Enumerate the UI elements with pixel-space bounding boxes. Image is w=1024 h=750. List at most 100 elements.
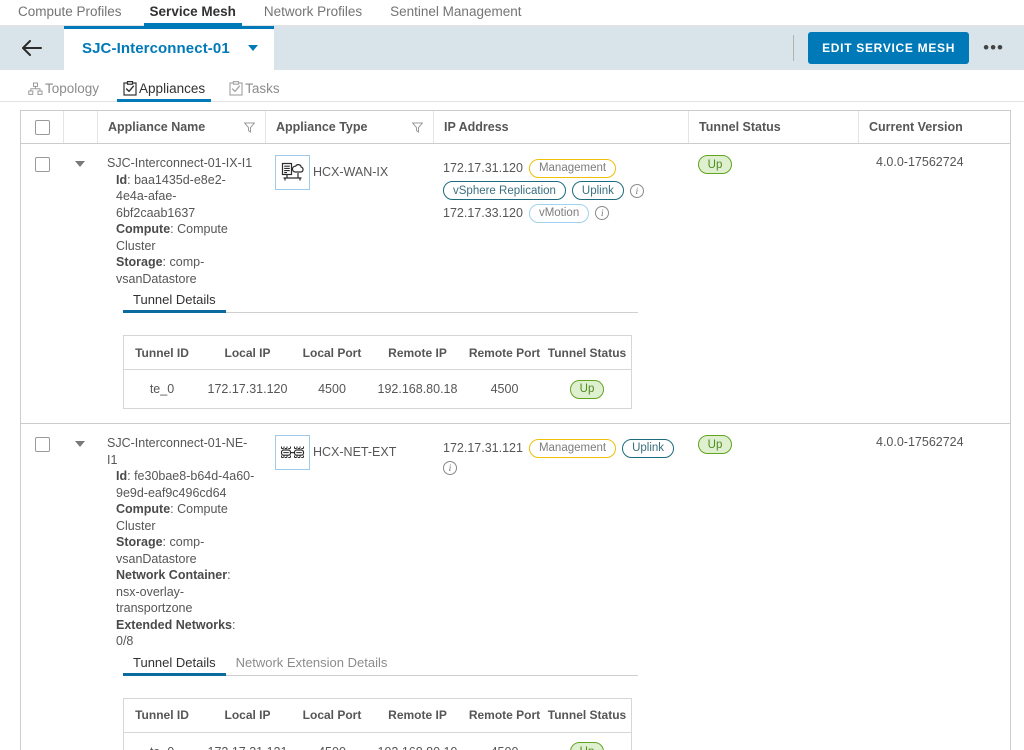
column-ip-address: IP Address <box>433 111 688 143</box>
meta-key: Extended Networks <box>116 617 233 632</box>
tunnel-status-badge-cell: Up <box>543 370 631 408</box>
filter-icon[interactable] <box>244 122 255 133</box>
network-tag-management: Management <box>528 158 617 178</box>
subtab-appliances[interactable]: Appliances <box>111 81 217 102</box>
overflow-menu-icon[interactable]: ••• <box>975 39 1012 56</box>
row-select-cell <box>21 155 63 287</box>
tunnel-remote-ip: 192.168.80.19 <box>369 733 466 750</box>
appliance-type-cell: HCX-WAN-IX <box>265 155 433 287</box>
subtab-tasks[interactable]: Tasks <box>217 81 292 101</box>
topology-icon <box>28 82 43 95</box>
action-divider <box>793 35 795 61</box>
ip-address: 172.17.31.121 <box>443 441 523 455</box>
tunnel-remote-port: 4500 <box>466 733 543 750</box>
network-tag-uplink: Uplink <box>622 438 675 458</box>
appliances-table: Appliance Name Appliance Type IP Address… <box>20 110 1011 750</box>
chevron-down-icon[interactable] <box>75 441 85 447</box>
appliance-type-label: HCX-NET-EXT <box>313 445 397 459</box>
tunnel-remote-port: 4500 <box>490 382 519 396</box>
expand-header <box>63 111 97 143</box>
appliance-detail-panel: Tunnel Details Tunnel ID Local IP Local … <box>21 287 1010 423</box>
tunnel-col-status: Tunnel Status <box>547 345 627 360</box>
tunnel-col-remote-ip: Remote IP <box>388 708 447 722</box>
tunnel-col-remote-ip: Remote IP <box>388 345 447 360</box>
meta-key: Compute <box>116 222 171 236</box>
service-mesh-selector[interactable]: SJC-Interconnect-01 <box>64 26 274 70</box>
meta-key: Id <box>116 172 128 187</box>
status-badge: Up <box>698 435 732 454</box>
tunnel-col-id: Tunnel ID <box>135 345 189 360</box>
appliance-meta-compute: Compute: Compute Cluster <box>116 502 228 533</box>
select-all-header <box>21 111 63 143</box>
table-header-row: Appliance Name Appliance Type IP Address… <box>21 111 1010 144</box>
current-version-cell: 4.0.0-17562724 <box>876 435 964 449</box>
tunnel-col-local-port: Local Port <box>302 345 362 360</box>
appliance-meta-id: Id: baa1435d-e8e2-4e4a-afae-6bf2caab1637 <box>116 172 226 220</box>
tunnel-col-local-port: Local Port <box>302 708 362 722</box>
titlebar-actions: EDIT SERVICE MESH ••• <box>793 26 1024 70</box>
tunnel-table-row: te_0 172.17.31.120 4500 192.168.80.18 45… <box>124 370 631 408</box>
clipboard-check-icon <box>123 81 137 96</box>
ip-line: 172.17.33.120 vMotion i <box>443 200 678 226</box>
column-appliance-type: Appliance Type <box>265 111 433 143</box>
tunnel-details-table: Tunnel ID Local IP Local Port Remote IP … <box>123 335 632 409</box>
chevron-down-icon[interactable] <box>75 161 85 167</box>
subtab-topology[interactable]: Topology <box>16 81 111 101</box>
back-button[interactable] <box>0 26 64 70</box>
subtab-topology-label: Topology <box>45 81 100 96</box>
tunnel-table-row: te_0 172.17.31.121 4500 192.168.80.19 45… <box>124 733 631 750</box>
appliance-meta-storage: Storage: comp-vsanDatastore <box>116 255 205 286</box>
tab-sentinel-management[interactable]: Sentinel Management <box>376 4 535 25</box>
tab-service-mesh[interactable]: Service Mesh <box>136 4 250 26</box>
tunnel-col-local-ip: Local IP <box>224 708 271 722</box>
tunnel-table-header: Tunnel ID Local IP Local Port Remote IP … <box>124 336 631 370</box>
tunnel-id: te_0 <box>149 382 175 396</box>
row-select-cell <box>21 435 63 650</box>
ip-line: 172.17.31.121 Management Uplink <box>443 435 678 461</box>
hcx-net-ext-icon <box>275 435 310 470</box>
arrow-left-icon <box>22 40 42 56</box>
appliance-name-cell: SJC-Interconnect-01-IX-I1 Id: baa1435d-e… <box>97 155 265 287</box>
info-icon[interactable]: i <box>629 183 644 198</box>
detail-tab-network-extension-details[interactable]: Network Extension Details <box>226 655 398 675</box>
chevron-down-icon[interactable] <box>247 45 258 51</box>
row-checkbox[interactable] <box>34 437 50 452</box>
tunnel-table-header: Tunnel ID Local IP Local Port Remote IP … <box>124 699 631 733</box>
tunnel-col-local-ip: Local IP <box>224 345 271 360</box>
info-icon[interactable]: i <box>443 461 457 475</box>
column-appliance-type-label: Appliance Type <box>276 120 368 134</box>
appliance-detail-panel: Tunnel Details Network Extension Details… <box>21 650 1010 750</box>
tunnel-local-port: 4500 <box>318 382 346 396</box>
tunnel-id: te_0 <box>124 733 200 750</box>
page-title: SJC-Interconnect-01 <box>82 39 230 57</box>
subtab-tasks-label: Tasks <box>245 81 280 96</box>
service-mesh-titlebar: SJC-Interconnect-01 EDIT SERVICE MESH ••… <box>0 26 1024 70</box>
appliance-meta-storage: Storage: comp-vsanDatastore <box>116 535 205 566</box>
tunnel-status-cell: Up <box>688 435 858 650</box>
detail-tab-tunnel-details[interactable]: Tunnel Details <box>123 292 226 313</box>
appliance-type-label: HCX-WAN-IX <box>313 165 389 179</box>
row-checkbox[interactable] <box>34 157 50 172</box>
service-mesh-subtabs: Topology Appliances Tasks <box>0 70 1024 102</box>
tunnel-details-table: Tunnel ID Local IP Local Port Remote IP … <box>123 697 632 750</box>
appliance-type-cell: HCX-NET-EXT <box>265 435 433 650</box>
edit-service-mesh-button[interactable]: EDIT SERVICE MESH <box>808 32 970 64</box>
detail-tab-tunnel-details[interactable]: Tunnel Details <box>123 655 226 676</box>
filter-icon[interactable] <box>412 122 423 133</box>
ip-address: 172.17.33.120 <box>443 206 523 220</box>
column-appliance-name-label: Appliance Name <box>108 120 206 134</box>
meta-value: baa1435d-e8e2-4e4a-afae-6bf2caab1637 <box>116 172 226 220</box>
tunnel-col-status: Tunnel Status <box>547 708 627 722</box>
info-icon[interactable]: i <box>595 206 610 220</box>
tunnel-remote-ip: 192.168.80.18 <box>377 382 458 396</box>
meta-key: Storage <box>116 535 163 549</box>
subtab-appliances-label: Appliances <box>139 81 206 96</box>
select-all-checkbox[interactable] <box>34 119 50 135</box>
tab-network-profiles[interactable]: Network Profiles <box>250 4 376 25</box>
tab-compute-profiles[interactable]: Compute Profiles <box>4 4 136 25</box>
status-badge: Up <box>570 379 604 399</box>
appliance-name: SJC-Interconnect-01-NE-I1 <box>107 436 248 467</box>
appliance-meta-compute: Compute: Compute Cluster <box>116 222 228 253</box>
table-row: SJC-Interconnect-01-IX-I1 Id: baa1435d-e… <box>21 144 1010 424</box>
meta-value: nsx-overlay-transportzone <box>116 584 193 616</box>
